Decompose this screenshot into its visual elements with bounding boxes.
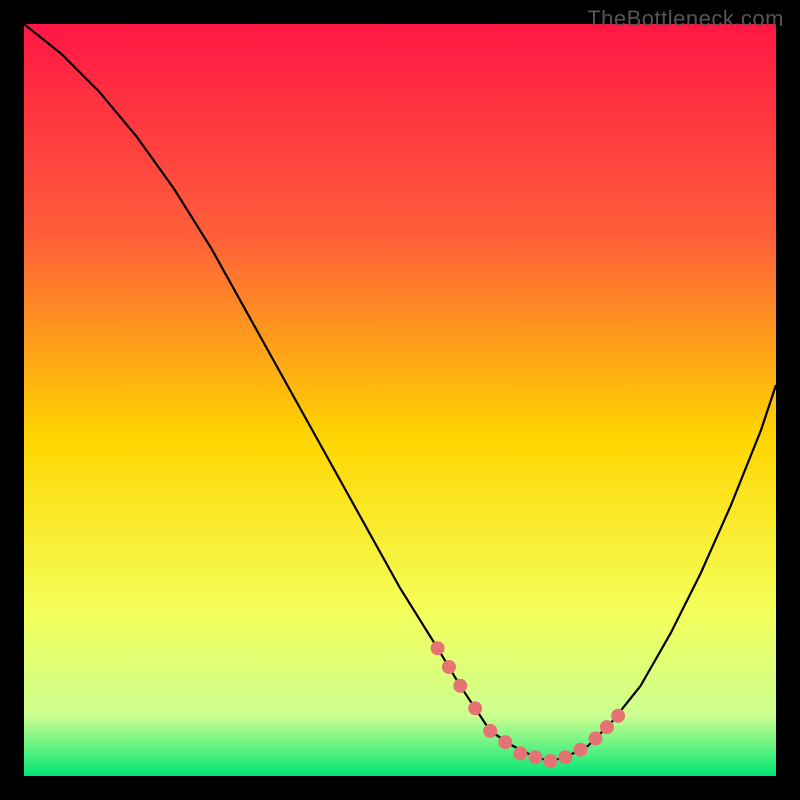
marker-point [543,754,557,768]
chart-container [24,24,776,776]
marker-point [513,746,527,760]
marker-point [611,709,625,723]
marker-point [468,701,482,715]
watermark-text: TheBottleneck.com [587,6,784,32]
marker-point [442,660,456,674]
marker-point [528,750,542,764]
marker-point [431,641,445,655]
marker-point [453,679,467,693]
marker-point [483,724,497,738]
marker-point [574,743,588,757]
marker-point [558,750,572,764]
marker-point [600,720,614,734]
marker-point [498,735,512,749]
chart-plot-area [24,24,776,776]
marker-point [589,731,603,745]
bottleneck-chart [24,24,776,776]
